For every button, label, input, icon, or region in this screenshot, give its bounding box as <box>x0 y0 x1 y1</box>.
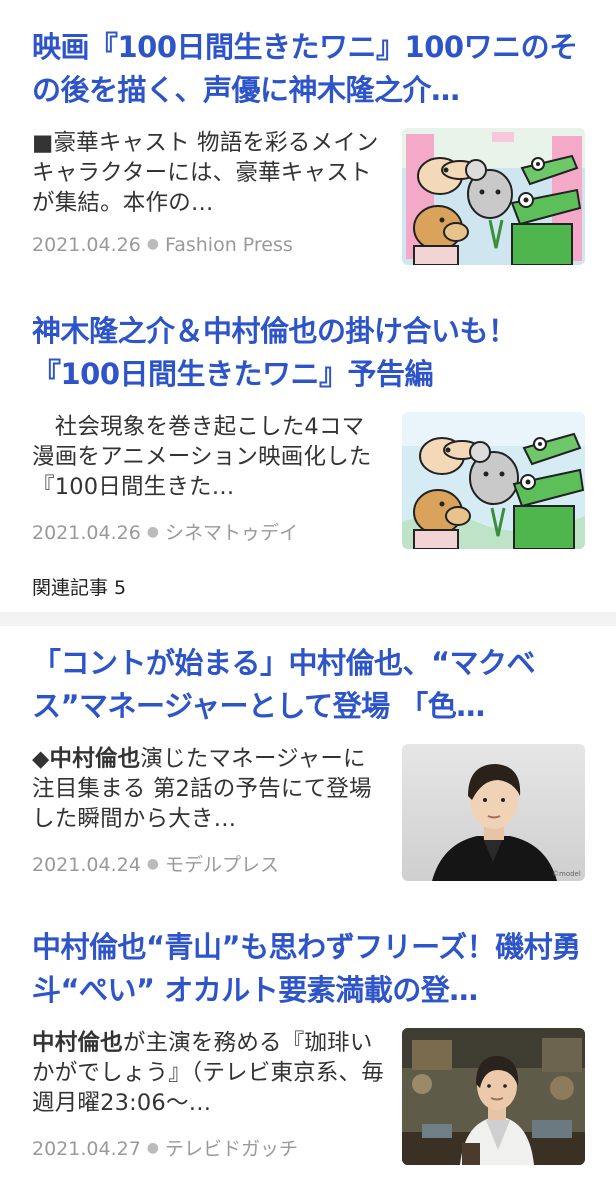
article-meta: 2021.04.27 ● テレビドガッチ <box>32 1134 298 1161</box>
meta-separator-dot: ● <box>146 236 160 252</box>
article-headline-link[interactable]: 神木隆之介＆中村倫也の掛け合いも！『100日間生きたワニ』予告編 <box>32 310 588 396</box>
article-source: Fashion Press <box>165 234 293 256</box>
article-source: シネマトゥデイ <box>165 522 299 544</box>
news-article[interactable]: 中村倫也“青山”も思わずフリーズ！磯村勇斗“ぺい” オカルト要素満載の登… 中村… <box>32 926 588 1168</box>
anime-illustration-image <box>402 128 585 265</box>
section-divider <box>0 904 616 918</box>
related-articles-link[interactable]: 関連記事 5 <box>32 573 126 600</box>
meta-separator-dot: ● <box>146 524 160 540</box>
article-headline-link[interactable]: 映画『100日間生きたワニ』100ワニのその後を描く、声優に神木隆之介… <box>32 26 588 112</box>
article-meta: 2021.04.26 ● シネマトゥデイ <box>32 518 298 545</box>
article-date: 2021.04.24 <box>32 854 141 876</box>
article-body: ◆中村倫也演じたマネージャーに注目集まる 第2話の予告にて登場した瞬間から大き…… <box>32 744 588 884</box>
anime-characters-thumbnail[interactable] <box>402 128 585 265</box>
svg-text:©model: ©model <box>552 870 581 878</box>
snippet-highlight: 中村倫也 <box>32 1030 123 1056</box>
article-meta: 2021.04.24 ● モデルプレス <box>32 850 279 877</box>
anime-characters-thumbnail[interactable] <box>402 412 585 549</box>
article-headline-link[interactable]: 中村倫也“青山”も思わずフリーズ！磯村勇斗“ぺい” オカルト要素満載の登… <box>32 926 588 1012</box>
meta-separator-dot: ● <box>146 1140 160 1156</box>
article-meta: 2021.04.26 ● Fashion Press <box>32 234 293 256</box>
actor-portrait-thumbnail[interactable]: ©model <box>402 744 585 881</box>
anime-illustration-image <box>402 412 585 549</box>
news-article[interactable]: 映画『100日間生きたワニ』100ワニのその後を描く、声優に神木隆之介… ■豪華… <box>32 26 588 268</box>
actor-portrait-image: ©model <box>402 744 585 881</box>
snippet-text: ■豪華キャスト 物語を彩るメインキャラクターには、豪華キャストが集結。本作の… <box>32 130 379 216</box>
cafe-scene-image <box>402 1028 585 1165</box>
news-article[interactable]: 「コントが始まる」中村倫也、“マクベス”マネージャーとして登場 「色… ◆中村倫… <box>32 642 588 884</box>
article-snippet: 社会現象を巻き起こした4コマ漫画をアニメーション映画化した『100日間生きた… <box>32 412 384 502</box>
snippet-text: 社会現象を巻き起こした4コマ漫画をアニメーション映画化した『100日間生きた… <box>32 414 372 500</box>
article-snippet: ■豪華キャスト 物語を彩るメインキャラクターには、豪華キャストが集結。本作の… <box>32 128 384 218</box>
section-divider <box>0 282 616 296</box>
article-headline-link[interactable]: 「コントが始まる」中村倫也、“マクベス”マネージャーとして登場 「色… <box>32 642 588 728</box>
article-date: 2021.04.26 <box>32 522 141 544</box>
article-source: テレビドガッチ <box>165 1138 299 1160</box>
article-date: 2021.04.26 <box>32 234 141 256</box>
cafe-scene-thumbnail[interactable] <box>402 1028 585 1165</box>
section-divider <box>0 612 616 626</box>
article-source: モデルプレス <box>165 854 280 876</box>
article-snippet: 中村倫也が主演を務める『珈琲いかがでしょう』（テレビ東京系、毎週月曜23:06〜… <box>32 1028 384 1118</box>
meta-separator-dot: ● <box>146 856 160 872</box>
article-body: ■豪華キャスト 物語を彩るメインキャラクターには、豪華キャストが集結。本作の… … <box>32 128 588 268</box>
article-body: 中村倫也が主演を務める『珈琲いかがでしょう』（テレビ東京系、毎週月曜23:06〜… <box>32 1028 588 1168</box>
snippet-highlight: ◆中村倫也 <box>32 746 141 772</box>
article-snippet: ◆中村倫也演じたマネージャーに注目集まる 第2話の予告にて登場した瞬間から大き… <box>32 744 384 834</box>
news-article[interactable]: 神木隆之介＆中村倫也の掛け合いも！『100日間生きたワニ』予告編 社会現象を巻き… <box>32 310 588 552</box>
article-date: 2021.04.27 <box>32 1138 141 1160</box>
article-body: 社会現象を巻き起こした4コマ漫画をアニメーション映画化した『100日間生きた… … <box>32 412 588 552</box>
